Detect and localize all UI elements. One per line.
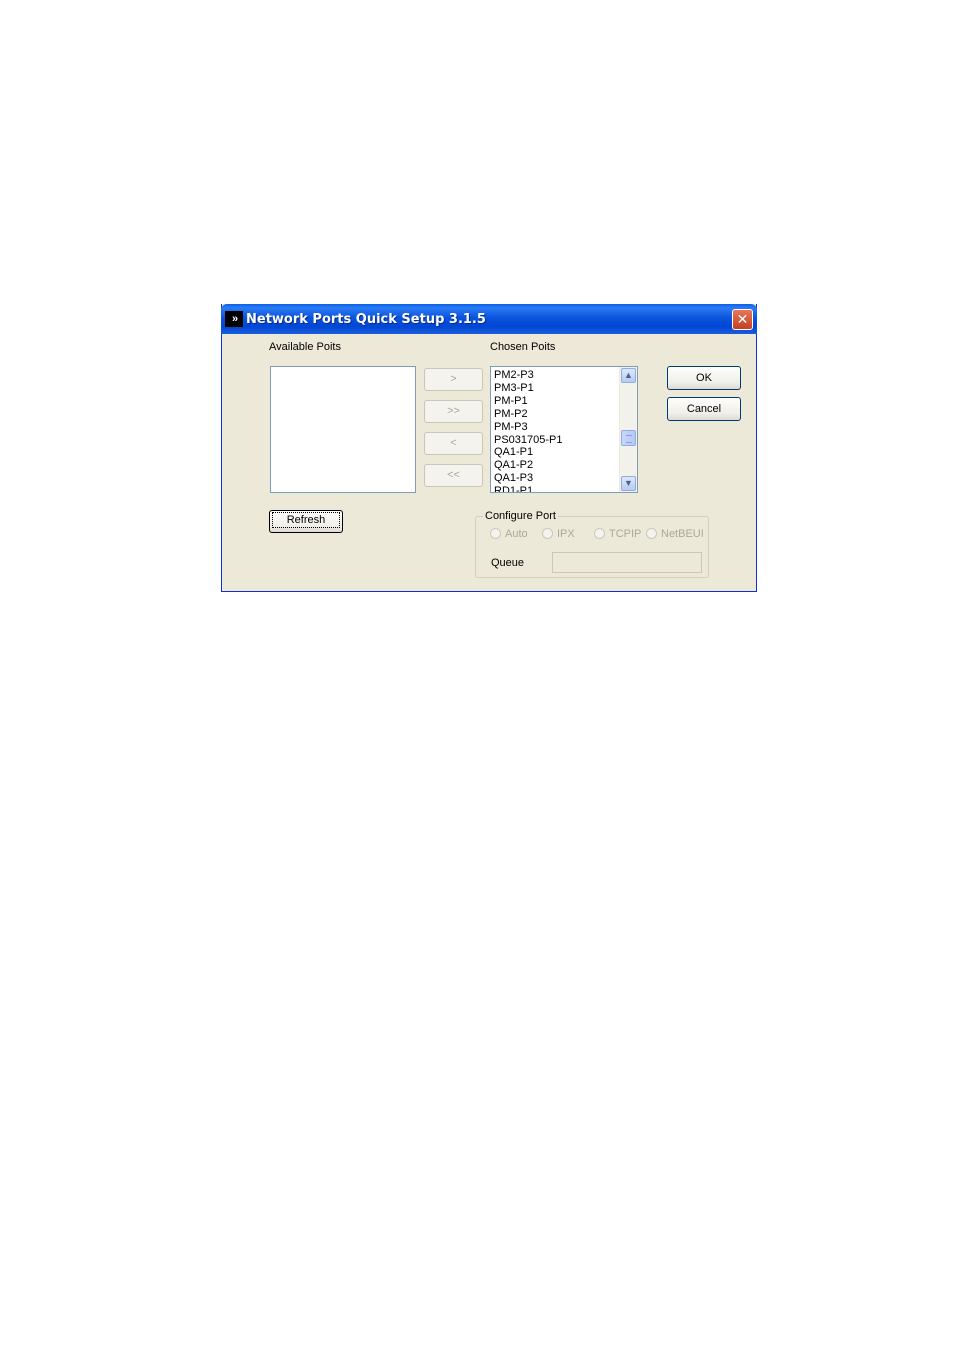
- radio-tcpip[interactable]: TCPIP: [594, 528, 641, 540]
- radio-icon: [490, 528, 501, 539]
- list-item[interactable]: QA1-P2: [494, 459, 563, 472]
- configure-port-group: Configure Port Auto IPX TCPIP NetBEUI Qu…: [475, 510, 709, 578]
- radio-icon: [646, 528, 657, 539]
- list-item[interactable]: PM-P1: [494, 395, 563, 408]
- radio-netbeui[interactable]: NetBEUI: [646, 528, 704, 540]
- chevron-up-icon: ▲: [624, 370, 633, 380]
- chosen-list-scrollbar[interactable]: ▲ ▼: [619, 367, 637, 492]
- title-bar[interactable]: » Network Ports Quick Setup 3.1.5 ✕: [221, 304, 757, 334]
- list-item[interactable]: PM-P3: [494, 421, 563, 434]
- ok-button[interactable]: OK: [667, 366, 741, 390]
- list-item[interactable]: PM3-P1: [494, 382, 563, 395]
- scroll-thumb[interactable]: [621, 430, 636, 446]
- chevron-down-icon: ▼: [624, 478, 633, 488]
- queue-label: Queue: [491, 557, 525, 569]
- list-item[interactable]: QA1-P3: [494, 472, 563, 485]
- add-button[interactable]: >: [424, 368, 483, 391]
- chosen-ports-label: Chosen Poits: [490, 341, 556, 353]
- configure-port-title: Configure Port: [483, 510, 558, 522]
- refresh-label: Refresh: [271, 512, 341, 528]
- cancel-button[interactable]: Cancel: [667, 397, 741, 421]
- scroll-up-button[interactable]: ▲: [621, 368, 636, 383]
- remove-button[interactable]: <: [424, 432, 483, 455]
- add-all-button[interactable]: >>: [424, 400, 483, 423]
- app-icon: »: [225, 311, 243, 327]
- remove-all-button[interactable]: <<: [424, 464, 483, 487]
- close-icon: ✕: [736, 311, 749, 327]
- available-ports-list[interactable]: [270, 366, 416, 493]
- list-item[interactable]: PM2-P3: [494, 369, 563, 382]
- chosen-ports-list[interactable]: PM2-P3 PM3-P1 PM-P1 PM-P2 PM-P3 PS031705-P1 QA…: [490, 366, 638, 493]
- queue-input[interactable]: [552, 552, 702, 573]
- list-item[interactable]: QA1-P1: [494, 446, 563, 459]
- list-item[interactable]: RD1-P1: [494, 485, 563, 492]
- list-item[interactable]: PM-P2: [494, 408, 563, 421]
- network-ports-dialog: » Network Ports Quick Setup 3.1.5 ✕ Avai…: [221, 304, 757, 592]
- available-ports-label: Available Poits: [269, 341, 341, 353]
- scroll-down-button[interactable]: ▼: [621, 476, 636, 491]
- radio-icon: [594, 528, 605, 539]
- window-title: Network Ports Quick Setup 3.1.5: [246, 312, 486, 327]
- radio-auto[interactable]: Auto: [490, 528, 528, 540]
- refresh-button[interactable]: Refresh: [269, 510, 343, 533]
- radio-ipx[interactable]: IPX: [542, 528, 575, 540]
- list-item[interactable]: PS031705-P1: [494, 434, 563, 447]
- close-button[interactable]: ✕: [732, 309, 753, 330]
- chosen-ports-items: PM2-P3 PM3-P1 PM-P1 PM-P2 PM-P3 PS031705-P1 QA…: [494, 369, 563, 492]
- radio-icon: [542, 528, 553, 539]
- grip-icon: [626, 435, 632, 443]
